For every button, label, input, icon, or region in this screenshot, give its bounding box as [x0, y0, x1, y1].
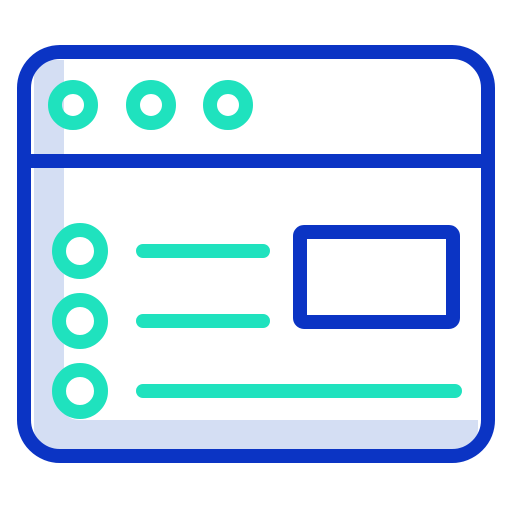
window-dot-3 [203, 80, 253, 130]
list-bullet-3 [52, 363, 108, 419]
icon-canvas [17, 45, 495, 463]
window-dot-1 [48, 80, 98, 130]
list-bullet-2 [52, 293, 108, 349]
list-bullet-1 [52, 223, 108, 279]
image-placeholder [293, 225, 460, 329]
window-dot-2 [126, 80, 176, 130]
browser-window-list-icon [0, 0, 512, 512]
